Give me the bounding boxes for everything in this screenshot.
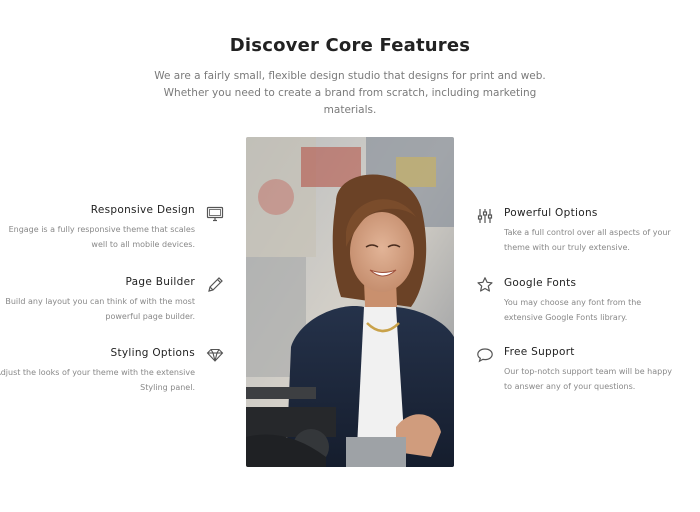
feature-powerful-options: Powerful Options Take a full control ove… [504, 207, 700, 255]
pencil-icon [206, 276, 224, 294]
feature-responsive-design: Responsive Design Engage is a fully resp… [0, 204, 195, 252]
feature-free-support: Free Support Our top-notch support team … [504, 346, 700, 394]
feature-desc: Our top-notch support team will be happy… [504, 367, 673, 391]
diamond-icon [206, 346, 224, 364]
feature-title: Free Support [504, 346, 575, 358]
feature-title: Responsive Design [90, 204, 195, 216]
feature-google-fonts: Google Fonts You may choose any font fro… [504, 277, 700, 325]
feature-title: Google Fonts [504, 277, 577, 289]
feature-desc: Engage is a fully responsive theme that … [8, 225, 195, 249]
feature-styling-options: Styling Options Adjust the looks of your… [0, 347, 195, 395]
feature-desc: Build any layout you can think of with t… [5, 297, 195, 321]
monitor-icon [206, 205, 224, 223]
feature-desc: You may choose any font from the extensi… [504, 298, 642, 322]
feature-desc: Adjust the looks of your theme with the … [0, 368, 195, 392]
feature-title: Styling Options [110, 347, 195, 359]
page-subtitle: We are a fairly small, flexible design s… [154, 70, 546, 116]
feature-photo [246, 137, 454, 467]
sliders-icon [476, 207, 494, 225]
feature-title: Page Builder [125, 276, 195, 288]
feature-title: Powerful Options [504, 207, 598, 219]
star-icon [476, 276, 494, 294]
feature-page-builder: Page Builder Build any layout you can th… [0, 276, 195, 324]
page-title: Discover Core Features [229, 35, 471, 56]
feature-desc: Take a full control over all aspects of … [504, 228, 671, 252]
speech-bubble-icon [476, 346, 494, 364]
